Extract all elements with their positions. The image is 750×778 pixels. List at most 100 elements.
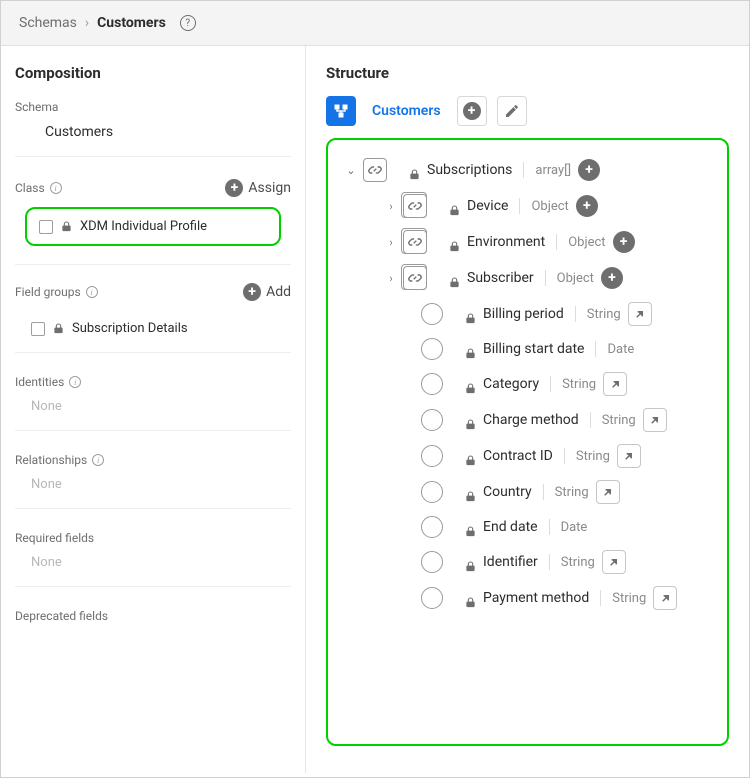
- tree-container: ⌄ Subscriptions array[] + › Device Objec…: [326, 138, 729, 746]
- lock-icon: [465, 451, 476, 462]
- field-node-icon: [421, 587, 443, 609]
- add-child-button[interactable]: +: [578, 159, 600, 181]
- lock-icon: [465, 557, 476, 568]
- field-type: Date: [607, 342, 634, 357]
- link-stack-icon: [403, 266, 427, 290]
- field-name: Charge method: [483, 412, 579, 428]
- plus-icon: +: [243, 283, 261, 301]
- fieldgroup-item-subscription[interactable]: Subscription Details: [15, 311, 291, 353]
- tree-row-end-date[interactable]: End date Date: [336, 510, 719, 544]
- lock-icon: [61, 221, 72, 232]
- chevron-right-icon[interactable]: ›: [386, 272, 396, 285]
- divider: [15, 264, 291, 265]
- tree-row-contract-id[interactable]: Contract ID String: [336, 438, 719, 474]
- tree-row-country[interactable]: Country String: [336, 474, 719, 510]
- field-type: String: [587, 307, 621, 322]
- chevron-down-icon[interactable]: ⌄: [346, 164, 356, 177]
- checkbox[interactable]: [39, 220, 53, 234]
- add-fieldgroup-button[interactable]: + Add: [243, 283, 291, 301]
- field-name: Contract ID: [483, 448, 553, 464]
- field-type: Date: [561, 520, 588, 535]
- structure-bar: Customers +: [326, 96, 729, 126]
- link-icon: [363, 158, 387, 182]
- tree-row-payment-method[interactable]: Payment method String: [336, 580, 719, 616]
- field-type: String: [612, 591, 646, 606]
- field-node-icon: [421, 303, 443, 325]
- lock-icon: [449, 273, 460, 284]
- info-icon[interactable]: i: [50, 182, 62, 194]
- enum-arrow-button[interactable]: [603, 372, 627, 396]
- class-item-label: XDM Individual Profile: [80, 219, 207, 234]
- structure-view-button[interactable]: [326, 96, 356, 126]
- structure-panel: Structure Customers + ⌄ Subscriptions ar…: [306, 46, 749, 773]
- lock-icon: [465, 487, 476, 498]
- add-child-button[interactable]: +: [576, 195, 598, 217]
- field-name: Subscriptions: [427, 162, 512, 178]
- info-icon[interactable]: i: [86, 286, 98, 298]
- enum-arrow-button[interactable]: [628, 302, 652, 326]
- info-icon[interactable]: i: [92, 454, 104, 466]
- field-name: Country: [483, 484, 532, 500]
- relationships-section-label: Relationships i: [15, 453, 291, 467]
- field-type: array[]: [535, 163, 571, 178]
- field-name: Identifier: [483, 554, 538, 570]
- tree-row-subscriber[interactable]: › Subscriber Object +: [336, 260, 719, 296]
- field-node-icon: [421, 409, 443, 431]
- enum-arrow-button[interactable]: [602, 550, 626, 574]
- tree-row-category[interactable]: Category String: [336, 366, 719, 402]
- checkbox[interactable]: [31, 322, 45, 336]
- info-icon[interactable]: i: [69, 376, 81, 388]
- add-child-button[interactable]: +: [613, 231, 635, 253]
- field-name: Category: [483, 376, 539, 392]
- class-item-xdm-profile[interactable]: XDM Individual Profile: [25, 207, 281, 246]
- lock-icon: [449, 237, 460, 248]
- enum-arrow-button[interactable]: [653, 586, 677, 610]
- field-node-icon: [421, 373, 443, 395]
- required-section-label: Required fields: [15, 531, 291, 545]
- lock-icon: [465, 379, 476, 390]
- tree-row-billing-start-date[interactable]: Billing start date Date: [336, 332, 719, 366]
- add-child-button[interactable]: +: [601, 267, 623, 289]
- add-label: Add: [266, 284, 291, 300]
- field-type: String: [561, 555, 595, 570]
- lock-icon: [465, 309, 476, 320]
- field-type: String: [562, 377, 596, 392]
- chevron-right-icon[interactable]: ›: [386, 236, 396, 249]
- lock-icon: [465, 344, 476, 355]
- field-node-icon: [421, 516, 443, 538]
- schema-link[interactable]: Customers: [372, 103, 441, 119]
- fieldgroups-section-label: Field groups i: [15, 285, 98, 299]
- field-node-icon: [421, 445, 443, 467]
- field-type: Object: [531, 199, 568, 214]
- structure-title: Structure: [326, 64, 729, 82]
- chevron-right-icon[interactable]: ›: [386, 200, 396, 213]
- tree-row-device[interactable]: › Device Object +: [336, 188, 719, 224]
- lock-icon: [465, 522, 476, 533]
- assign-class-button[interactable]: + Assign: [225, 179, 291, 197]
- edit-button[interactable]: [497, 96, 527, 126]
- class-section-label: Class i: [15, 181, 62, 195]
- tree-row-charge-method[interactable]: Charge method String: [336, 402, 719, 438]
- enum-arrow-button[interactable]: [643, 408, 667, 432]
- lock-icon: [53, 323, 64, 334]
- enum-arrow-button[interactable]: [617, 444, 641, 468]
- help-icon[interactable]: ?: [180, 15, 196, 31]
- schema-name[interactable]: Customers: [15, 114, 291, 157]
- field-type: String: [576, 449, 610, 464]
- deprecated-section-label: Deprecated fields: [15, 609, 291, 623]
- required-none: None: [15, 545, 291, 587]
- lock-icon: [465, 593, 476, 604]
- field-type: Object: [568, 235, 605, 250]
- schema-section-label: Schema: [15, 100, 291, 114]
- tree-row-billing-period[interactable]: Billing period String: [336, 296, 719, 332]
- breadcrumb-parent[interactable]: Schemas: [19, 15, 77, 31]
- enum-arrow-button[interactable]: [596, 480, 620, 504]
- tree-row-subscriptions[interactable]: ⌄ Subscriptions array[] +: [336, 152, 719, 188]
- link-stack-icon: [403, 194, 427, 218]
- field-name: Subscriber: [467, 270, 534, 286]
- fieldgroup-item-label: Subscription Details: [72, 321, 188, 336]
- breadcrumb-bar: Schemas › Customers ?: [1, 1, 749, 46]
- add-field-button[interactable]: +: [457, 96, 487, 126]
- tree-row-environment[interactable]: › Environment Object +: [336, 224, 719, 260]
- tree-row-identifier[interactable]: Identifier String: [336, 544, 719, 580]
